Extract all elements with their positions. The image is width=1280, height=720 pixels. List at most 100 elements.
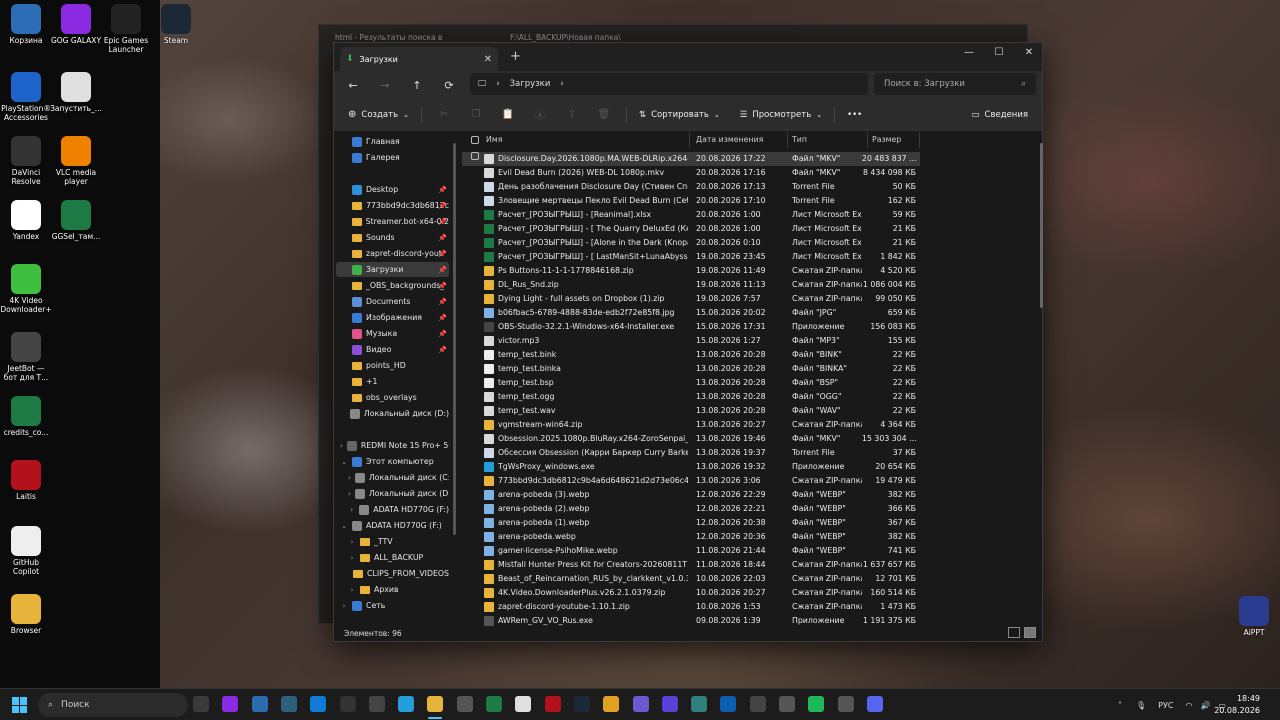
file-row[interactable]: arena-pobeda (1).webp 12.08.2026 20:38 Фай…	[462, 516, 920, 530]
explorer-icon[interactable]	[427, 696, 444, 712]
nav-item[interactable]: › Архив	[336, 582, 449, 597]
nav-item[interactable]: obs_overlays	[336, 390, 449, 405]
file-row[interactable]: temp_test.bsp 13.08.2026 20:28 Файл "BSP" 2…	[462, 376, 920, 390]
nav-item[interactable]: › REDMI Note 15 Pro+ 5G	[336, 438, 449, 453]
details-view-button[interactable]	[1008, 627, 1020, 638]
create-button[interactable]: ⊕ Создать ⌄	[344, 103, 413, 127]
up-button[interactable]: ↑	[406, 74, 428, 96]
nav-item[interactable]: ⌄ Этот компьютер	[336, 454, 449, 469]
chrome-icon[interactable]	[603, 696, 620, 712]
column-type[interactable]: Тип	[788, 132, 868, 148]
file-row[interactable]: День разоблачения Disclosure Day (Стивен…	[462, 180, 920, 194]
chevron-icon[interactable]: ›	[340, 442, 343, 450]
share-button[interactable]: ⇪	[558, 103, 586, 127]
chevron-icon[interactable]: ›	[348, 490, 351, 498]
nav-item[interactable]: › Локальный диск (C:)	[336, 470, 449, 485]
file-row[interactable]: Beast_of_Reincarnation_RUS_by_clarkkent_…	[462, 572, 920, 586]
desktop-shortcut[interactable]: AiPPT	[1228, 596, 1280, 637]
nav-item[interactable]: Галерея	[336, 150, 449, 165]
tiles-view-button[interactable]	[1024, 627, 1036, 638]
file-row[interactable]: arena-pobeda (2).webp 12.08.2026 22:21 Фай…	[462, 502, 920, 516]
close-window-button[interactable]: ✕	[1014, 46, 1044, 62]
nav-item[interactable]: Видео 📌	[336, 342, 449, 357]
more-options-button[interactable]: •••	[843, 103, 866, 127]
edge-icon[interactable]	[310, 696, 327, 712]
details-button[interactable]: ▭ Сведения	[971, 103, 1028, 127]
gog-galaxy-icon[interactable]	[222, 696, 239, 712]
nav-item[interactable]: Streamer.bot-x64-0.2 📌	[336, 214, 449, 229]
store-icon[interactable]	[251, 696, 268, 712]
app-icon[interactable]	[779, 696, 795, 712]
nav-item[interactable]: Главная	[336, 134, 449, 149]
app-icon[interactable]	[691, 696, 708, 712]
steam-icon[interactable]	[573, 696, 590, 712]
cut-button[interactable]: ✂	[430, 103, 458, 127]
chevron-icon[interactable]: ›	[348, 506, 355, 514]
minimize-button[interactable]: —	[954, 46, 984, 62]
copy-button[interactable]: ❐	[462, 103, 490, 127]
nav-item[interactable]: › ALL_BACKUP	[336, 550, 449, 565]
breadcrumb-downloads[interactable]: Загрузки	[510, 79, 551, 89]
file-row[interactable]: Obsession.2025.1080p.BluRay.x264-ZoroSen…	[462, 432, 920, 446]
desktop-shortcut[interactable]: credits_co...	[0, 396, 52, 437]
app-icon[interactable]	[544, 696, 561, 712]
file-row[interactable]: AWRem_GV_VO_Rus.exe 09.08.2026 1:39 Прилож…	[462, 614, 920, 626]
settings-icon[interactable]	[456, 696, 473, 712]
desktop-shortcut[interactable]: GGSel_там...	[50, 200, 102, 241]
file-row[interactable]: OBS-Studio-32.2.1-Windows-x64-Installer.…	[462, 320, 920, 334]
column-size[interactable]: Размер	[868, 132, 920, 148]
file-row[interactable]: temp_test.bink 13.08.2026 20:28 Файл "BINK…	[462, 348, 920, 362]
select-all-checkbox[interactable]	[471, 136, 479, 144]
paste-button[interactable]: 📋	[494, 103, 522, 127]
app-icon[interactable]	[368, 696, 385, 712]
rename-button[interactable]: Ⓐ	[526, 103, 554, 127]
volume-icon[interactable]: 🔊	[1200, 701, 1210, 710]
excel-icon[interactable]	[486, 696, 502, 712]
app-icon[interactable]	[632, 696, 649, 712]
nav-item[interactable]: _OBS_backgrounds_ 📌	[336, 278, 449, 293]
search-input[interactable]: Поиск в: Загрузки	[884, 79, 965, 89]
address-bar[interactable]: 🖵 › Загрузки ›	[470, 73, 868, 95]
taskbar-search[interactable]: ⌕ Поиск	[38, 693, 188, 717]
desktop-shortcut[interactable]: Корзина	[0, 4, 52, 45]
desktop-shortcut[interactable]: PlayStation® Accessories	[0, 72, 52, 122]
file-row[interactable]: temp_test.binka 13.08.2026 20:28 Файл "BIN…	[462, 362, 920, 376]
navigation-pane-scrollbar[interactable]	[453, 143, 456, 535]
start-button[interactable]	[12, 697, 28, 713]
chevron-up-icon[interactable]: ˄	[1118, 701, 1122, 710]
file-row[interactable]: TgWsProxy_windows.exe 13.08.2026 19:32 При…	[462, 460, 920, 474]
desktop-shortcut[interactable]: Steam	[150, 4, 202, 45]
desktop-shortcut[interactable]: GitHub Copilot	[0, 526, 52, 576]
file-row[interactable]: Disclosure.Day.2026.1080p.MA.WEB-DLRip.x…	[462, 152, 920, 166]
tab-downloads[interactable]: ⬇ Загрузки ✕	[340, 47, 498, 71]
forward-button[interactable]: →	[374, 74, 396, 96]
chevron-icon[interactable]: ⌄	[340, 522, 348, 530]
maximize-button[interactable]: ☐	[984, 46, 1014, 62]
file-row[interactable]: Dying Light - full assets on Dropbox (1)…	[462, 292, 920, 306]
desktop-shortcut[interactable]: 4K Video Downloader+	[0, 264, 52, 314]
vscode-icon[interactable]	[720, 696, 737, 712]
breadcrumb-chevron-icon[interactable]: ›	[496, 79, 499, 89]
nav-item[interactable]: › _TTV	[336, 534, 449, 549]
nav-item[interactable]: Documents 📌	[336, 294, 449, 309]
search-box[interactable]: Поиск в: Загрузки ⌕	[874, 73, 1036, 95]
file-row[interactable]: arena-pobeda.webp 12.08.2026 20:36 Файл "W…	[462, 530, 920, 544]
nav-item[interactable]: Изображения 📌	[336, 310, 449, 325]
nav-item[interactable]: ⌄ ADATA HD770G (F:)	[336, 518, 449, 533]
chevron-icon[interactable]: ›	[340, 602, 348, 610]
file-row[interactable]: DL_Rus_Snd.zip 19.08.2026 11:13 Сжатая ZIP…	[462, 278, 920, 292]
app-icon[interactable]	[280, 696, 297, 712]
language-indicator[interactable]: РУС	[1158, 701, 1173, 710]
chevron-icon[interactable]: ›	[348, 586, 356, 594]
file-row[interactable]: vgmstream-win64.zip 13.08.2026 20:27 Сжата…	[462, 418, 920, 432]
chevron-icon[interactable]: ›	[348, 554, 356, 562]
desktop-shortcut[interactable]: Yandex	[0, 200, 52, 241]
refresh-button[interactable]: ⟳	[438, 74, 460, 96]
desktop-shortcut[interactable]: Epic Games Launcher	[100, 4, 152, 54]
nav-item[interactable]: Музыка 📌	[336, 326, 449, 341]
yandex-icon[interactable]	[515, 696, 532, 712]
taskbar-search-input[interactable]: Поиск	[61, 700, 90, 710]
discord-icon[interactable]	[866, 696, 883, 712]
file-row[interactable]: arena-pobeda (3).webp 12.08.2026 22:29 Фай…	[462, 488, 920, 502]
delete-button[interactable]: 🗑	[590, 103, 618, 127]
